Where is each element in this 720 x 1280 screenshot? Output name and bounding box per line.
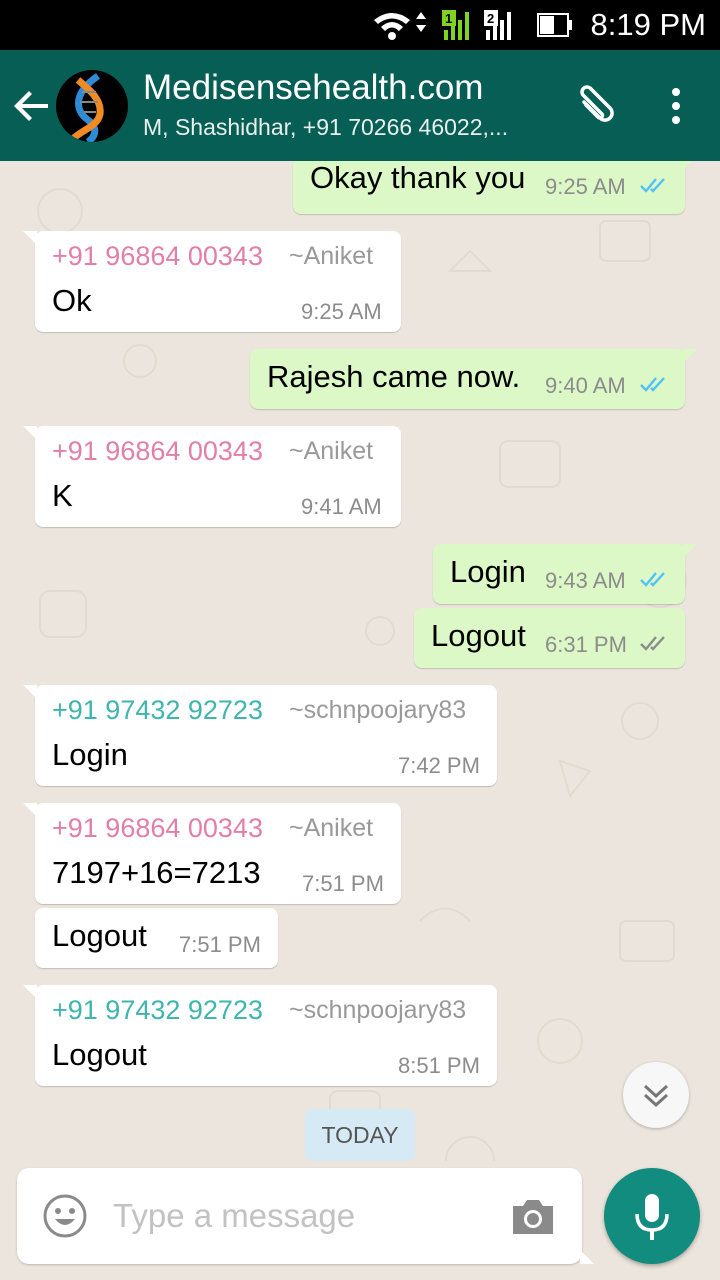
- camera-icon[interactable]: [509, 1194, 557, 1238]
- status-icons: 1 2: [374, 10, 572, 40]
- status-time: 8:19 PM: [590, 7, 706, 42]
- message-bubble-in[interactable]: +91 96864 00343 ~Aniket Ok 9:25 AM: [23, 231, 401, 332]
- sender-alias: ~Aniket: [289, 242, 374, 270]
- sender-number[interactable]: +91 97432 92723: [52, 695, 263, 726]
- message-bubble-in[interactable]: +91 97432 92723 ~schnpoojary83 Logout 8:…: [23, 985, 497, 1086]
- message-text: Logout: [52, 918, 147, 953]
- chat-area[interactable]: Okay thank you 9:25 AM +91 96864 00343 ~…: [0, 161, 720, 1161]
- sim1-signal-icon: 1: [442, 10, 469, 40]
- sender-alias: ~Aniket: [289, 437, 374, 465]
- message-bubble-in[interactable]: +91 96864 00343 ~Aniket 7197+16=7213 7:5…: [23, 803, 401, 904]
- sim2-label: 2: [487, 11, 494, 26]
- message-time: 8:51 PM: [398, 1053, 480, 1078]
- sender-number[interactable]: +91 97432 92723: [52, 995, 263, 1026]
- wifi-icon: [374, 13, 410, 40]
- message-composer: [17, 1168, 594, 1264]
- group-avatar[interactable]: [56, 70, 128, 142]
- data-arrows-icon: [416, 12, 426, 32]
- date-divider: TODAY: [305, 1109, 415, 1161]
- chat-header: Medisensehealth.com M, Shashidhar, +91 7…: [0, 50, 720, 161]
- message-time: 7:51 PM: [179, 932, 261, 957]
- message-text: Rajesh came now.: [267, 359, 521, 394]
- double-check-read-icon: [640, 377, 665, 392]
- message-bubble-out[interactable]: Okay thank you 9:25 AM: [293, 161, 697, 214]
- sim2-signal-icon: 2: [484, 10, 511, 40]
- message-text: Logout: [52, 1037, 147, 1072]
- message-time: 9:25 AM: [301, 299, 382, 324]
- sim1-label: 1: [445, 11, 452, 26]
- message-bubble-out[interactable]: Login 9:43 AM: [433, 544, 697, 604]
- sender-number[interactable]: +91 96864 00343: [52, 436, 263, 467]
- sender-alias: ~schnpoojary83: [289, 696, 467, 724]
- paperclip-icon[interactable]: [570, 82, 620, 132]
- message-text: K: [52, 478, 73, 513]
- message-text: Login: [52, 737, 128, 772]
- dna-helix-logo: [71, 73, 104, 142]
- battery-icon: [537, 13, 572, 37]
- double-check-read-icon: [640, 178, 665, 193]
- message-bubble-in[interactable]: Logout 7:51 PM: [35, 908, 278, 968]
- message-bubble-in[interactable]: +91 96864 00343 ~Aniket K 9:41 AM: [23, 426, 401, 527]
- message-bubble-in[interactable]: +91 97432 92723 ~schnpoojary83 Login 7:4…: [23, 685, 497, 786]
- sender-alias: ~schnpoojary83: [289, 996, 467, 1024]
- sender-number[interactable]: +91 96864 00343: [52, 813, 263, 844]
- more-vert-icon[interactable]: [662, 86, 690, 126]
- message-text: Okay thank you: [310, 161, 526, 195]
- scroll-to-bottom-button[interactable]: [623, 1062, 689, 1128]
- status-bar: 1 2 8:19 PM: [0, 0, 720, 50]
- message-bubble-out[interactable]: Logout 6:31 PM: [414, 608, 685, 668]
- message-time: 9:41 AM: [301, 494, 382, 519]
- message-time: 9:43 AM: [545, 568, 626, 593]
- message-time: 7:42 PM: [398, 753, 480, 778]
- chat-participants[interactable]: M, Shashidhar, +91 70266 46022,...: [143, 114, 563, 141]
- arrow-left-icon[interactable]: [12, 86, 52, 126]
- message-time: 6:31 PM: [545, 632, 627, 657]
- message-text: Login: [450, 554, 526, 589]
- chat-title[interactable]: Medisensehealth.com: [143, 68, 483, 108]
- message-bubble-out[interactable]: Rajesh came now. 9:40 AM: [250, 349, 697, 409]
- message-text: 7197+16=7213: [52, 855, 261, 890]
- chevron-double-down-icon: [643, 1084, 669, 1108]
- double-check-read-icon: [640, 572, 665, 587]
- message-time: 9:40 AM: [545, 373, 626, 398]
- message-time: 9:25 AM: [545, 174, 626, 199]
- double-check-delivered-icon: [640, 636, 665, 651]
- mic-icon: [635, 1194, 669, 1240]
- sender-number[interactable]: +91 96864 00343: [52, 241, 263, 272]
- voice-record-button[interactable]: [604, 1168, 700, 1264]
- message-time: 7:51 PM: [302, 871, 384, 896]
- message-text: Logout: [431, 618, 526, 653]
- sender-alias: ~Aniket: [289, 814, 374, 842]
- smiley-icon[interactable]: [42, 1193, 88, 1239]
- message-text: Ok: [52, 283, 92, 318]
- message-input[interactable]: [113, 1194, 493, 1238]
